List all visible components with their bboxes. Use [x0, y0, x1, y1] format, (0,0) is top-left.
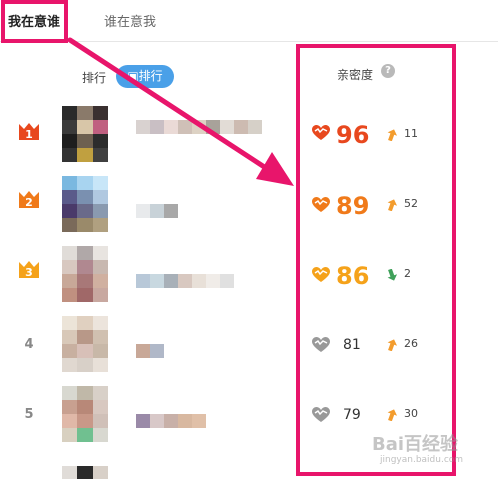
tab-care-me[interactable]: 谁在意我: [104, 11, 156, 30]
sort-toggle-pill[interactable]: ▣排行: [116, 65, 174, 88]
rank-number: 3: [25, 266, 33, 279]
user-name-blurred[interactable]: [136, 414, 206, 428]
avatar[interactable]: [62, 386, 108, 442]
rank-number: 5: [24, 407, 34, 422]
avatar-partial: [62, 466, 108, 479]
user-name-blurred[interactable]: [136, 204, 178, 218]
avatar[interactable]: [62, 176, 108, 232]
avatar[interactable]: [62, 246, 108, 302]
crown-rank-icon: 1: [19, 123, 39, 141]
user-name-blurred[interactable]: [136, 344, 164, 358]
rank-number: 4: [24, 337, 34, 352]
watermark-text: Bai百经验: [372, 434, 459, 455]
tab-highlight-box: [1, 0, 68, 43]
crown-rank-icon: 2: [19, 191, 39, 209]
tab-bar: 我在意谁 谁在意我: [0, 0, 498, 42]
crown-rank-icon: 3: [19, 261, 39, 279]
sort-label[interactable]: 排行: [82, 69, 106, 86]
watermark-url: jingyan.baidu.com: [380, 455, 464, 465]
user-name-blurred[interactable]: [136, 274, 234, 288]
avatar[interactable]: [62, 106, 108, 162]
rank-number: 1: [25, 128, 33, 141]
rank-number: 2: [25, 196, 33, 209]
intimacy-column-highlight: [296, 44, 456, 476]
avatar[interactable]: [62, 316, 108, 372]
user-name-blurred[interactable]: [136, 120, 262, 134]
